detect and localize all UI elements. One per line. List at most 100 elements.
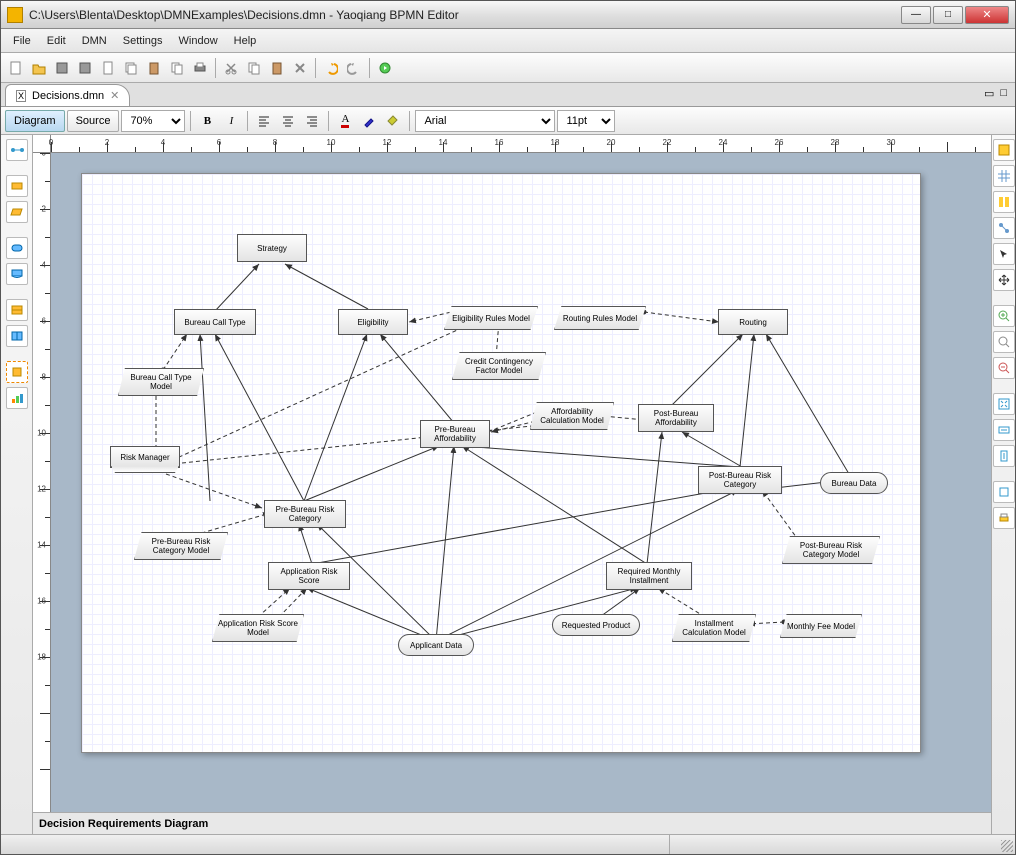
open-icon[interactable]	[28, 57, 50, 79]
close-button[interactable]: ✕	[965, 6, 1009, 24]
node-monthly-fee-model[interactable]: Monthly Fee Model	[780, 614, 862, 638]
palette-km-icon[interactable]	[6, 201, 28, 223]
run-icon[interactable]	[374, 57, 396, 79]
fit-page-icon[interactable]	[993, 393, 1015, 415]
delete-icon[interactable]	[289, 57, 311, 79]
titlebar[interactable]: C:\Users\Blenta\Desktop\DMNExamples\Deci…	[1, 1, 1015, 29]
node-afford-calc-model[interactable]: Affordability Calculation Model	[530, 402, 614, 430]
align-right-icon[interactable]	[301, 110, 323, 132]
palette-group2-icon[interactable]	[6, 325, 28, 347]
diagram-page[interactable]: Strategy Bureau Call Type Eligibility Ro…	[81, 173, 921, 753]
palette-ks-icon[interactable]	[6, 263, 28, 285]
palette-chart-icon[interactable]	[6, 387, 28, 409]
page-setup-icon[interactable]	[97, 57, 119, 79]
italic-icon[interactable]: I	[220, 110, 242, 132]
save-as-icon[interactable]	[74, 57, 96, 79]
node-risk-manager[interactable]: Risk Manager	[110, 446, 180, 468]
palette-group1-icon[interactable]	[6, 299, 28, 321]
palette-decision-icon[interactable]	[6, 175, 28, 197]
filetab-decisions[interactable]: X Decisions.dmn ✕	[5, 84, 130, 106]
fit-drawing-icon[interactable]	[993, 445, 1015, 467]
font-color-icon[interactable]: A	[334, 110, 356, 132]
pointer-icon[interactable]	[993, 243, 1015, 265]
statusbar	[1, 834, 1015, 854]
node-post-bureau-risk-model[interactable]: Post-Bureau Risk Category Model	[782, 536, 880, 564]
palette-connector-icon[interactable]	[6, 139, 28, 161]
node-pre-bureau-risk-model[interactable]: Pre-Bureau Risk Category Model	[134, 532, 228, 560]
print-icon[interactable]	[189, 57, 211, 79]
filetype-icon: X	[16, 90, 26, 102]
maximize-button[interactable]: □	[933, 6, 963, 24]
node-bureau-data[interactable]: Bureau Data	[820, 472, 888, 494]
zoom-out-icon[interactable]	[993, 357, 1015, 379]
node-required-monthly[interactable]: Required Monthly Installment	[606, 562, 692, 590]
palette-input-icon[interactable]	[6, 237, 28, 259]
palette-left	[1, 135, 33, 834]
format-bar: Diagram Source 70% B I A Arial 11pt	[1, 107, 1015, 135]
node-bureau-call-type-model[interactable]: Bureau Call Type Model	[118, 368, 204, 396]
paste-icon[interactable]	[143, 57, 165, 79]
node-strategy[interactable]: Strategy	[237, 234, 307, 262]
node-eligibility[interactable]: Eligibility	[338, 309, 408, 335]
view-source-button[interactable]: Source	[67, 110, 120, 132]
copy2-icon[interactable]	[243, 57, 265, 79]
node-post-bureau-afford[interactable]: Post-Bureau Affordability	[638, 404, 714, 432]
minimize-button[interactable]: —	[901, 6, 931, 24]
copy-icon[interactable]	[120, 57, 142, 79]
menu-file[interactable]: File	[5, 32, 39, 50]
menu-edit[interactable]: Edit	[39, 32, 74, 50]
view-diagram-button[interactable]: Diagram	[5, 110, 65, 132]
paste2-icon[interactable]	[266, 57, 288, 79]
align-left-icon[interactable]	[253, 110, 275, 132]
node-requested-product[interactable]: Requested Product	[552, 614, 640, 636]
node-eligibility-rules-model[interactable]: Eligibility Rules Model	[444, 306, 538, 330]
zoom-select[interactable]: 70%	[121, 110, 185, 132]
nav-icon[interactable]	[993, 217, 1015, 239]
node-routing[interactable]: Routing	[718, 309, 788, 335]
menu-dmn[interactable]: DMN	[74, 32, 115, 50]
menu-settings[interactable]: Settings	[115, 32, 171, 50]
minimize-view-icon[interactable]: ▭	[984, 87, 994, 100]
duplicate-icon[interactable]	[166, 57, 188, 79]
app-window: C:\Users\Blenta\Desktop\DMNExamples\Deci…	[0, 0, 1016, 855]
node-routing-rules-model[interactable]: Routing Rules Model	[554, 306, 646, 330]
save-icon[interactable]	[51, 57, 73, 79]
node-app-risk-score-model[interactable]: Application Risk Score Model	[212, 614, 304, 642]
fontsize-select[interactable]: 11pt	[557, 110, 615, 132]
undo-icon[interactable]	[320, 57, 342, 79]
palette-selected-icon[interactable]	[6, 361, 28, 383]
zoom-reset-icon[interactable]	[993, 331, 1015, 353]
grid-icon[interactable]	[993, 165, 1015, 187]
bold-icon[interactable]: B	[196, 110, 218, 132]
print2-icon[interactable]	[993, 507, 1015, 529]
close-tab-icon[interactable]: ✕	[110, 89, 119, 102]
fit-width-icon[interactable]	[993, 419, 1015, 441]
filetab-label: Decisions.dmn	[32, 90, 104, 102]
redo-icon[interactable]	[343, 57, 365, 79]
align-center-icon[interactable]	[277, 110, 299, 132]
node-post-bureau-risk[interactable]: Post-Bureau Risk Category	[698, 466, 782, 494]
export-icon[interactable]	[993, 481, 1015, 503]
node-bureau-call-type[interactable]: Bureau Call Type	[174, 309, 256, 335]
node-pre-bureau-afford[interactable]: Pre-Bureau Affordability	[420, 420, 490, 448]
resize-grip-icon[interactable]	[1001, 840, 1013, 852]
fill-color-icon[interactable]	[382, 110, 404, 132]
node-applicant-data[interactable]: Applicant Data	[398, 634, 474, 656]
move-icon[interactable]	[993, 269, 1015, 291]
stroke-color-icon[interactable]	[358, 110, 380, 132]
new-icon[interactable]	[5, 57, 27, 79]
node-installment-calc-model[interactable]: Installment Calculation Model	[672, 614, 756, 642]
node-credit-contingency[interactable]: Credit Contingency Factor Model	[452, 352, 546, 380]
workspace: 024681012141618202224262830 024681012141…	[1, 135, 1015, 834]
font-select[interactable]: Arial	[415, 110, 555, 132]
menu-help[interactable]: Help	[226, 32, 265, 50]
cut-icon[interactable]	[220, 57, 242, 79]
layout-icon[interactable]	[993, 191, 1015, 213]
overview-icon[interactable]	[993, 139, 1015, 161]
node-app-risk-score[interactable]: Application Risk Score	[268, 562, 350, 590]
maximize-view-icon[interactable]: □	[1000, 87, 1007, 100]
menu-window[interactable]: Window	[171, 32, 226, 50]
canvas-scroll[interactable]: Strategy Bureau Call Type Eligibility Ro…	[51, 153, 991, 812]
node-pre-bureau-risk[interactable]: Pre-Bureau Risk Category	[264, 500, 346, 528]
zoom-in-icon[interactable]	[993, 305, 1015, 327]
